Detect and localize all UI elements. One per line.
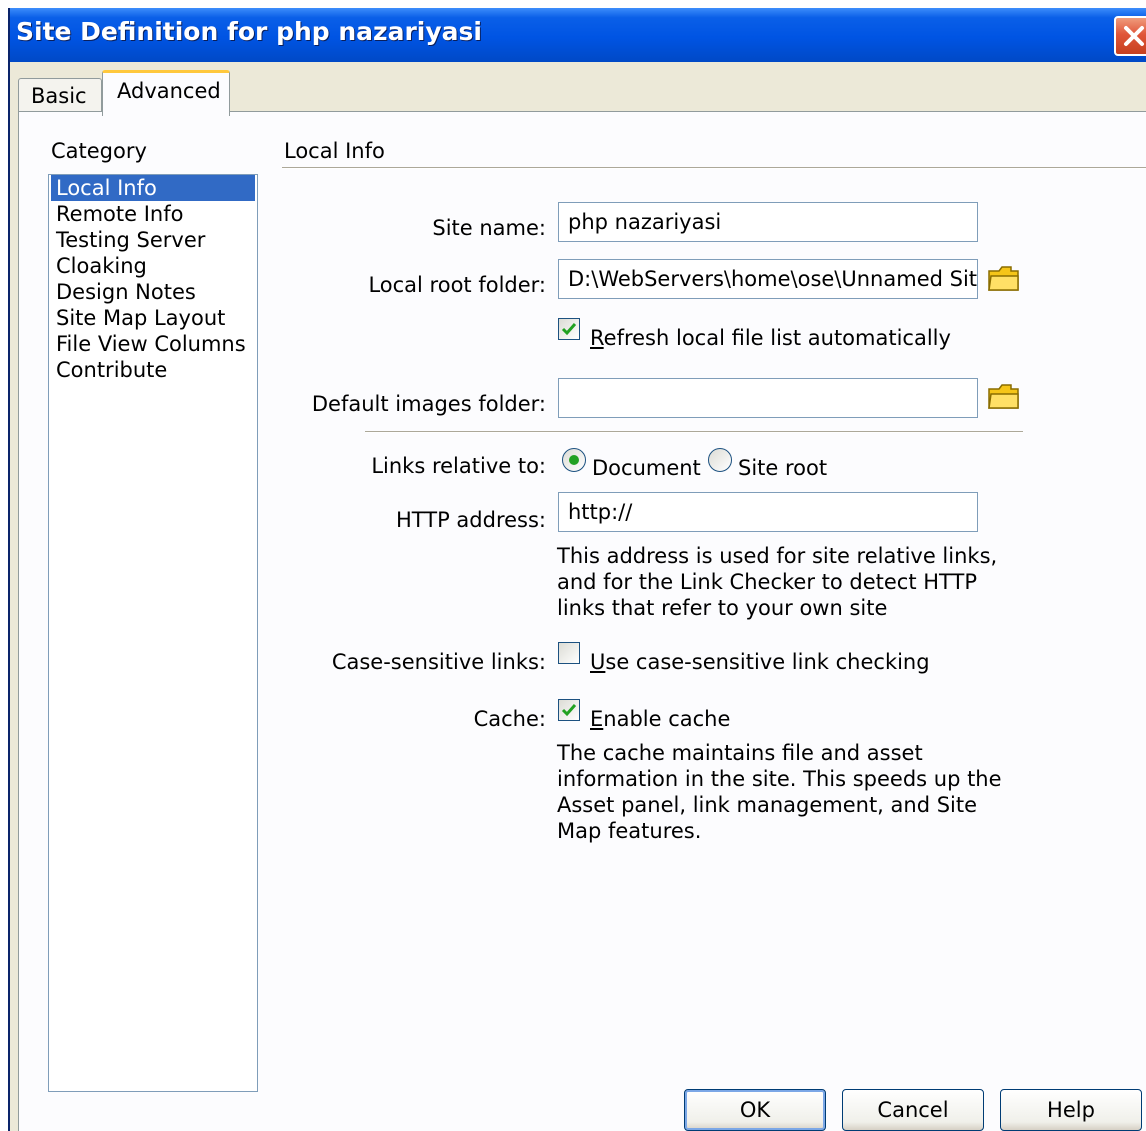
close-icon (1124, 26, 1144, 46)
category-item-file-view-columns[interactable]: File View Columns (51, 331, 255, 357)
radio-selected-dot (569, 455, 579, 465)
window-title: Site Definition for php nazariyasi (16, 17, 482, 46)
tab-advanced[interactable]: Advanced (102, 70, 230, 116)
category-item-local-info[interactable]: Local Info (51, 175, 255, 201)
images-folder-label: Default images folder: (311, 392, 546, 416)
http-address-input[interactable]: http:// (558, 492, 978, 532)
ok-button[interactable]: OK (684, 1089, 826, 1131)
separator (365, 431, 1023, 433)
section-heading: Local Info (284, 139, 385, 163)
folder-icon[interactable] (987, 383, 1021, 411)
document-radio[interactable] (562, 448, 586, 472)
category-item-site-map-layout[interactable]: Site Map Layout (51, 305, 255, 331)
http-address-label: HTTP address: (396, 508, 546, 532)
help-button[interactable]: Help (1000, 1089, 1142, 1131)
site-root-radio[interactable] (708, 448, 732, 472)
cache-help: The cache maintains file and asset infor… (557, 741, 1002, 843)
case-sensitive-mnemonic: U (590, 650, 606, 674)
refresh-label: Refresh local file list automatically (590, 326, 951, 350)
site-root-radio-label[interactable]: Site root (738, 456, 827, 480)
check-icon (561, 323, 577, 336)
tab-basic[interactable]: Basic (18, 78, 102, 114)
cache-label: Cache: (473, 707, 546, 731)
images-folder-input[interactable] (558, 378, 978, 418)
cancel-button[interactable]: Cancel (842, 1089, 984, 1131)
enable-cache-option-text: nable cache (603, 707, 731, 731)
http-address-help: This address is used for site relative l… (557, 544, 998, 620)
tab-strip: Basic Advanced (10, 62, 1146, 116)
category-item-contribute[interactable]: Contribute (51, 357, 255, 383)
case-sensitive-checkbox[interactable] (558, 642, 580, 664)
category-heading: Category (51, 139, 147, 163)
category-list[interactable]: Local Info Remote Info Testing Server Cl… (48, 174, 258, 1092)
site-name-input[interactable]: php nazariyasi (558, 202, 978, 242)
enable-cache-checkbox[interactable] (558, 699, 580, 721)
case-sensitive-label: Case-sensitive links: (331, 650, 546, 674)
local-root-label: Local root folder: (368, 273, 546, 297)
section-divider (282, 167, 1146, 169)
refresh-label-text: efresh local file list automatically (603, 326, 951, 350)
document-radio-label[interactable]: Document (592, 456, 701, 480)
site-name-label: Site name: (432, 216, 546, 240)
enable-cache-mnemonic: E (590, 707, 604, 731)
folder-icon[interactable] (987, 265, 1021, 293)
refresh-mnemonic: R (590, 326, 604, 350)
links-relative-label: Links relative to: (371, 454, 546, 478)
check-icon (561, 704, 577, 717)
case-sensitive-option: Use case-sensitive link checking (590, 650, 930, 674)
site-definition-dialog: Site Definition for php nazariyasi Basic… (8, 8, 1146, 1131)
case-sensitive-option-text: se case-sensitive link checking (605, 650, 930, 674)
enable-cache-option: Enable cache (590, 707, 730, 731)
title-bar: Site Definition for php nazariyasi (10, 8, 1146, 62)
close-button[interactable] (1114, 16, 1146, 56)
local-root-input[interactable]: D:\WebServers\home\ose\Unnamed Site (558, 259, 978, 299)
refresh-checkbox[interactable] (558, 318, 580, 340)
